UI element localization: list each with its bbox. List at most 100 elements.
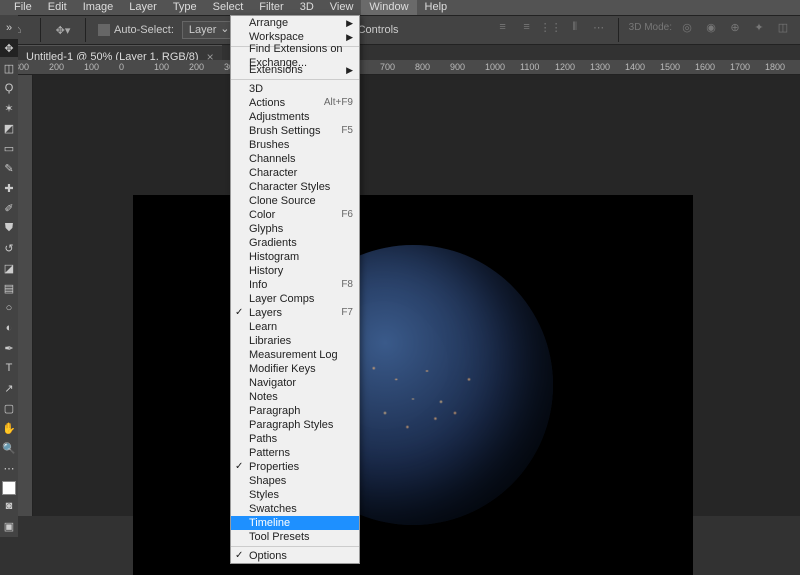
menu-item-info[interactable]: InfoF8: [231, 278, 359, 292]
menu-item-extensions[interactable]: Extensions▶: [231, 63, 359, 77]
menu-item-glyphs[interactable]: Glyphs: [231, 222, 359, 236]
eyedropper-tool[interactable]: ✎: [0, 159, 18, 177]
menu-item-styles[interactable]: Styles: [231, 488, 359, 502]
marquee-tool[interactable]: ◫: [0, 59, 18, 77]
pan-icon[interactable]: ◉: [702, 18, 720, 36]
align-icon[interactable]: ≡: [518, 18, 536, 36]
menu-item-shapes[interactable]: Shapes: [231, 474, 359, 488]
menu-item-arrange[interactable]: Arrange▶: [231, 16, 359, 30]
menu-item-learn[interactable]: Learn: [231, 320, 359, 334]
fg-color-swatch[interactable]: [2, 481, 16, 495]
screen-mode-icon[interactable]: ▣: [0, 517, 18, 535]
auto-select-checkbox[interactable]: Auto-Select:: [98, 24, 174, 36]
menubar-filter[interactable]: Filter: [251, 0, 291, 15]
menu-item-label: Color: [249, 208, 275, 222]
orbit-icon[interactable]: ◎: [678, 18, 696, 36]
edit-toolbar[interactable]: ⋯: [0, 459, 18, 477]
scale-icon[interactable]: ◫: [774, 18, 792, 36]
canvas[interactable]: [133, 195, 693, 575]
menu-item-clone-source[interactable]: Clone Source: [231, 194, 359, 208]
shortcut-label: F8: [341, 278, 353, 292]
dodge-tool[interactable]: ◐: [0, 319, 18, 337]
ruler-vertical: [18, 75, 33, 516]
menu-item-label: Swatches: [249, 502, 297, 516]
menu-item-libraries[interactable]: Libraries: [231, 334, 359, 348]
slide-icon[interactable]: ✦: [750, 18, 768, 36]
menu-item-label: Modifier Keys: [249, 362, 316, 376]
hand-tool[interactable]: ✋: [0, 419, 18, 437]
menu-item-paragraph-styles[interactable]: Paragraph Styles: [231, 418, 359, 432]
menubar-layer[interactable]: Layer: [121, 0, 165, 15]
blur-tool[interactable]: ○: [0, 299, 18, 317]
menu-item-brushes[interactable]: Brushes: [231, 138, 359, 152]
menu-item-actions[interactable]: ActionsAlt+F9: [231, 96, 359, 110]
menu-item-swatches[interactable]: Swatches: [231, 502, 359, 516]
healing-tool[interactable]: ✚: [0, 179, 18, 197]
menu-item-paragraph[interactable]: Paragraph: [231, 404, 359, 418]
menu-item-label: 3D: [249, 82, 263, 96]
menu-item-adjustments[interactable]: Adjustments: [231, 110, 359, 124]
menu-item-patterns[interactable]: Patterns: [231, 446, 359, 460]
menu-item-histogram[interactable]: Histogram: [231, 250, 359, 264]
stamp-tool[interactable]: ⛊: [0, 219, 18, 237]
magic-wand-tool[interactable]: ✶: [0, 99, 18, 117]
menu-item-character-styles[interactable]: Character Styles: [231, 180, 359, 194]
target-dropdown[interactable]: Layer: [182, 21, 234, 39]
menubar-window[interactable]: Window: [361, 0, 416, 15]
more-icon[interactable]: ⋯: [590, 18, 608, 36]
menu-item-character[interactable]: Character: [231, 166, 359, 180]
menu-item-timeline[interactable]: Timeline: [231, 516, 359, 530]
menu-item-tool-presets[interactable]: Tool Presets: [231, 530, 359, 544]
menu-item-properties[interactable]: ✓Properties: [231, 460, 359, 474]
menubar-3d[interactable]: 3D: [292, 0, 322, 15]
history-brush-tool[interactable]: ↺: [0, 239, 18, 257]
move-tool-icon[interactable]: ✥▾: [53, 20, 73, 40]
menubar-help[interactable]: Help: [417, 0, 456, 15]
menu-item-label: Layers: [249, 306, 282, 320]
crop-tool[interactable]: ◩: [0, 119, 18, 137]
menubar-image[interactable]: Image: [75, 0, 122, 15]
frame-tool[interactable]: ▭: [0, 139, 18, 157]
menu-item-gradients[interactable]: Gradients: [231, 236, 359, 250]
type-tool[interactable]: T: [0, 359, 18, 377]
distribute-icon[interactable]: ⋮⋮: [542, 18, 560, 36]
menu-item-paths[interactable]: Paths: [231, 432, 359, 446]
ruler-tick: 1600: [695, 62, 715, 72]
menu-item-label: Libraries: [249, 334, 291, 348]
quick-mask-icon[interactable]: ◙: [0, 497, 18, 515]
path-tool[interactable]: ↗: [0, 379, 18, 397]
align-icon[interactable]: ≡: [494, 18, 512, 36]
menu-item-options[interactable]: ✓Options: [231, 549, 359, 563]
menubar-type[interactable]: Type: [165, 0, 205, 15]
menu-item-color[interactable]: ColorF6: [231, 208, 359, 222]
lasso-tool[interactable]: Ϙ: [0, 79, 18, 97]
menubar-edit[interactable]: Edit: [40, 0, 75, 15]
distribute-icon[interactable]: ⫴: [566, 18, 584, 36]
canvas-area[interactable]: [33, 75, 800, 516]
menu-item-3d[interactable]: 3D: [231, 82, 359, 96]
menu-item-brush-settings[interactable]: Brush SettingsF5: [231, 124, 359, 138]
menu-item-channels[interactable]: Channels: [231, 152, 359, 166]
zoom-tool[interactable]: 🔍: [0, 439, 18, 457]
eraser-tool[interactable]: ◪: [0, 259, 18, 277]
menu-item-layers[interactable]: ✓LayersF7: [231, 306, 359, 320]
menubar-select[interactable]: Select: [205, 0, 252, 15]
menu-item-modifier-keys[interactable]: Modifier Keys: [231, 362, 359, 376]
menu-item-find-extensions-on-exchange-[interactable]: Find Extensions on Exchange...: [231, 49, 359, 63]
menu-item-notes[interactable]: Notes: [231, 390, 359, 404]
move-tool[interactable]: ✥: [0, 39, 18, 57]
brush-tool[interactable]: ✐: [0, 199, 18, 217]
menu-item-layer-comps[interactable]: Layer Comps: [231, 292, 359, 306]
menu-item-label: Layer Comps: [249, 292, 314, 306]
menubar-view[interactable]: View: [322, 0, 362, 15]
menu-item-navigator[interactable]: Navigator: [231, 376, 359, 390]
menu-item-measurement-log[interactable]: Measurement Log: [231, 348, 359, 362]
menubar-file[interactable]: File: [6, 0, 40, 15]
ps-logo-icon[interactable]: »: [0, 19, 18, 37]
pen-tool[interactable]: ✒: [0, 339, 18, 357]
dolly-icon[interactable]: ⊕: [726, 18, 744, 36]
gradient-tool[interactable]: ▤: [0, 279, 18, 297]
menu-item-history[interactable]: History: [231, 264, 359, 278]
shape-tool[interactable]: ▢: [0, 399, 18, 417]
ruler-tick: 300: [18, 62, 29, 72]
